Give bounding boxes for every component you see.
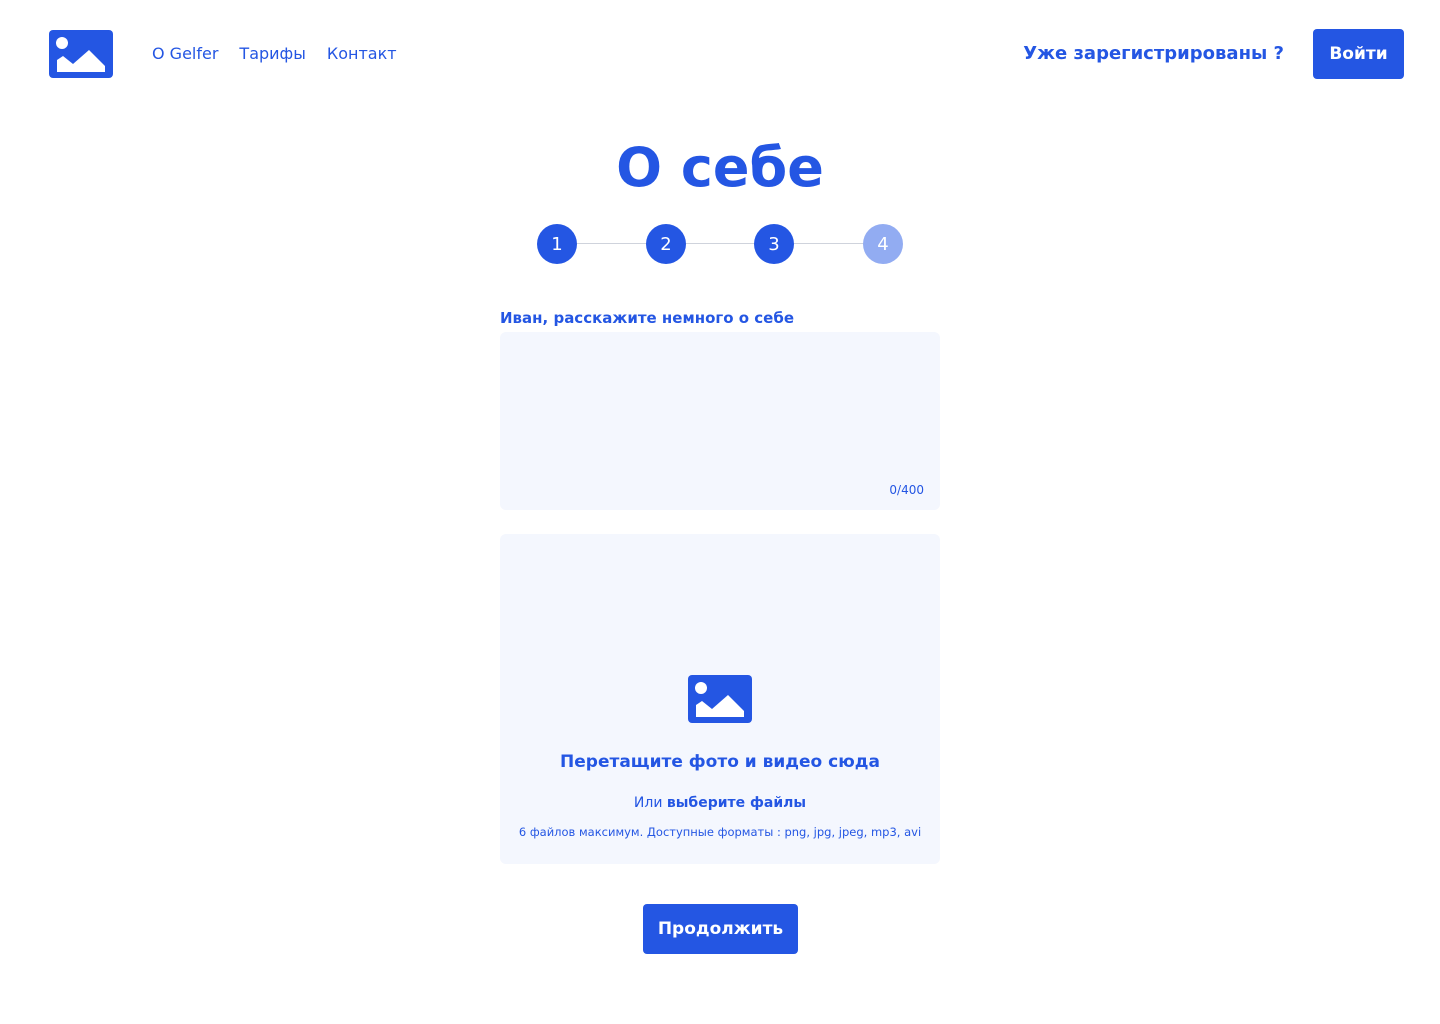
dropzone-or-text: Или [633,795,663,811]
login-button[interactable]: Войти [1313,29,1404,79]
continue-button[interactable]: Продолжить [643,904,798,954]
step-4: 4 [863,224,903,264]
character-counter: 0/400 [889,483,924,497]
about-textarea[interactable] [500,332,940,510]
step-1: 1 [537,224,577,264]
nav-link-about[interactable]: О Gelfer [152,43,218,65]
about-field-label: Иван, расскажите немного о себе [500,309,794,327]
header: О Gelfer Тарифы Контакт Уже зарегистриро… [0,0,1440,108]
choose-files-link[interactable]: выберите файлы [667,795,806,811]
dropzone-hint: 6 файлов максимум. Доступные форматы : p… [518,825,922,839]
progress-stepper: 1 2 3 4 [537,224,903,264]
image-icon [688,675,752,723]
page-title: О себе [616,136,824,199]
about-field-container: 0/400 [500,332,940,510]
step-3: 3 [754,224,794,264]
nav-link-pricing[interactable]: Тарифы [239,43,305,65]
dropzone-title: Перетащите фото и видео сюда [560,752,880,772]
main-nav: О Gelfer Тарифы Контакт [152,43,397,65]
logo-image-icon[interactable] [49,30,113,78]
nav-link-contact[interactable]: Контакт [327,43,397,65]
stepper-line [557,243,883,244]
file-dropzone[interactable]: Перетащите фото и видео сюда Или выберит… [500,534,940,864]
dropzone-or-line: Или выберите файлы [500,793,940,813]
step-2: 2 [646,224,686,264]
already-registered-link[interactable]: Уже зарегистрированы ? [1023,42,1284,66]
